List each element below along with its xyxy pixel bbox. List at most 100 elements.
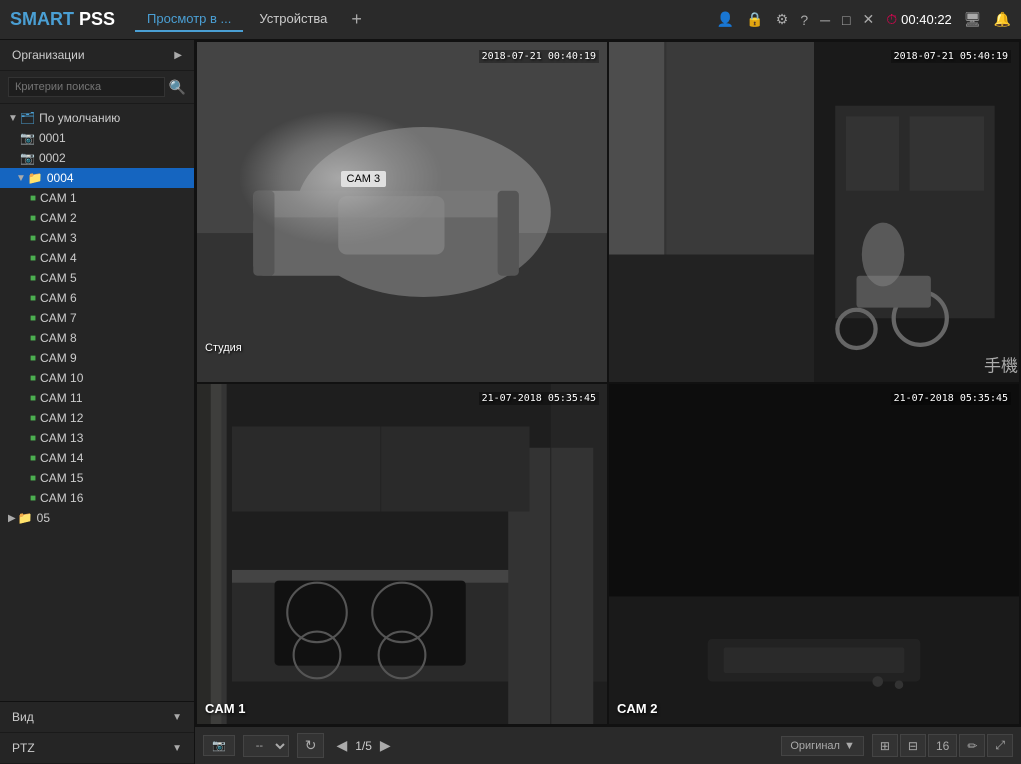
cam-icon-16: ■ [30, 493, 36, 504]
tree-item-cam11[interactable]: ■ CAM 11 [0, 388, 194, 408]
cam-icon-1: ■ [30, 193, 36, 204]
source-select[interactable]: -- [243, 735, 289, 757]
cam1-scene [197, 42, 607, 382]
layout-2x2-button[interactable]: ⊟ [900, 734, 926, 757]
layout-buttons: ⊞ ⊟ 16 ✏ ⤢ [872, 734, 1013, 757]
tree-item-cam16[interactable]: ■ CAM 16 [0, 488, 194, 508]
cam-timestamp-top-left: 2018-07-21 00:40:19 [479, 50, 599, 63]
tree-item-cam3[interactable]: ■ CAM 3 [0, 228, 194, 248]
sidebar-tree: ▼ 🗂 По умолчанию 📷 0001 📷 0002 ▼ 📁 0004 [0, 104, 194, 701]
device-icon-0004: 📁 [28, 171, 43, 185]
tab-devices[interactable]: Устройства [247, 7, 339, 32]
cam3-scene [197, 384, 607, 724]
cam-icon-5: ■ [30, 273, 36, 284]
gear-icon[interactable]: ⚙ [776, 11, 789, 28]
tree-label-default: По умолчанию [39, 111, 120, 125]
search-icon[interactable]: 🔍 [169, 79, 186, 96]
cam-icon-14: ■ [30, 453, 36, 464]
tree-item-cam13[interactable]: ■ CAM 13 [0, 428, 194, 448]
tree-item-cam9[interactable]: ■ CAM 9 [0, 348, 194, 368]
tree-item-cam10[interactable]: ■ CAM 10 [0, 368, 194, 388]
sidebar-bottom: Вид ▼ PTZ ▼ [0, 701, 194, 764]
maximize-icon[interactable]: □ [842, 12, 850, 28]
ptz-label: PTZ [12, 741, 35, 755]
camera-cell-bottom-left[interactable]: 21-07-2018 05:35:45 CAM 1 [197, 384, 607, 724]
cam-icon-11: ■ [30, 393, 36, 404]
tree-label-cam2: CAM 2 [40, 211, 77, 225]
tree-label-cam6: CAM 6 [40, 291, 77, 305]
tree-item-cam15[interactable]: ■ CAM 15 [0, 468, 194, 488]
tree-label-cam12: CAM 12 [40, 411, 83, 425]
add-tab-button[interactable]: + [343, 9, 370, 30]
nav-next-button[interactable]: ▶ [376, 735, 395, 756]
cam-icon-7: ■ [30, 313, 36, 324]
camera-cell-bottom-right[interactable]: 21-07-2018 05:35:45 CAM 2 [609, 384, 1019, 724]
tree-label-cam3: CAM 3 [40, 231, 77, 245]
device-icon-0001: 📷 [20, 131, 35, 145]
sidebar-ptz-item[interactable]: PTZ ▼ [0, 733, 194, 764]
cam-icon-3: ■ [30, 233, 36, 244]
camera-grid: 2018-07-21 00:40:19 Студия CAM 3 [195, 40, 1021, 726]
tree-label-cam16: CAM 16 [40, 491, 83, 505]
cam-icon-6: ■ [30, 293, 36, 304]
cam-icon-8: ■ [30, 333, 36, 344]
tree-label-cam1: CAM 1 [40, 191, 77, 205]
search-input[interactable] [8, 77, 165, 97]
tree-item-cam12[interactable]: ■ CAM 12 [0, 408, 194, 428]
cam-icon-12: ■ [30, 413, 36, 424]
sidebar-view-item[interactable]: Вид ▼ [0, 702, 194, 733]
tree-item-cam7[interactable]: ■ CAM 7 [0, 308, 194, 328]
nav-prev-button[interactable]: ◀ [332, 735, 351, 756]
tree-item-cam4[interactable]: ■ CAM 4 [0, 248, 194, 268]
main-layout: Организации ▶ 🔍 ▼ 🗂 По умолчанию 📷 0001 … [0, 40, 1021, 764]
close-icon[interactable]: ✕ [863, 11, 875, 28]
cam-icon-9: ■ [30, 353, 36, 364]
svg-text:手機: 手機 [984, 356, 1018, 375]
tree-label-cam14: CAM 14 [40, 451, 83, 465]
cam4-scene [609, 384, 1019, 724]
tree-item-0001[interactable]: 📷 0001 [0, 128, 194, 148]
folder-icon-05: 📁 [18, 511, 33, 525]
minimize-icon[interactable]: ─ [820, 12, 830, 28]
tree-item-cam6[interactable]: ■ CAM 6 [0, 288, 194, 308]
tree-item-cam14[interactable]: ■ CAM 14 [0, 448, 194, 468]
expand-05-icon: ▶ [8, 513, 16, 524]
cam-label-bottom-right: CAM 2 [617, 701, 657, 716]
quality-select[interactable]: Оригинал ▼ [781, 736, 863, 756]
snapshot-icon: 📷 [212, 739, 226, 752]
cam-timestamp-bottom-left: 21-07-2018 05:35:45 [479, 392, 599, 405]
tree-label-cam11: CAM 11 [40, 391, 82, 405]
tree-label-cam13: CAM 13 [40, 431, 83, 445]
tree-item-cam8[interactable]: ■ CAM 8 [0, 328, 194, 348]
tree-item-05[interactable]: ▶ 📁 05 [0, 508, 194, 528]
tree-label-cam9: CAM 9 [40, 351, 77, 365]
tab-review[interactable]: Просмотр в ... [135, 7, 243, 32]
camera-monitor-icon[interactable]: 🖥 [964, 11, 982, 28]
refresh-button[interactable]: ↻ [297, 733, 325, 758]
camera-cell-top-right[interactable]: 手機 2018-07-21 05:40:19 [609, 42, 1019, 382]
folder-icon: 🗂 [20, 111, 35, 125]
layout-16-button[interactable]: 16 [928, 734, 957, 757]
tree-item-cam1[interactable]: ■ CAM 1 [0, 188, 194, 208]
tree-item-0004[interactable]: ▼ 📁 0004 [0, 168, 194, 188]
user-icon[interactable]: 👤 [717, 11, 734, 28]
quality-label: Оригинал [790, 740, 840, 752]
tree-label-0002: 0002 [39, 151, 66, 165]
fullscreen-button[interactable]: ⤢ [987, 734, 1013, 757]
app-name-part2: PSS [79, 9, 115, 29]
layout-1x1-button[interactable]: ⊞ [872, 734, 898, 757]
edit-layout-button[interactable]: ✏ [959, 734, 985, 757]
camera-cell-top-left[interactable]: 2018-07-21 00:40:19 Студия CAM 3 [197, 42, 607, 382]
tree-item-cam5[interactable]: ■ CAM 5 [0, 268, 194, 288]
tree-item-0002[interactable]: 📷 0002 [0, 148, 194, 168]
bell-icon[interactable]: 🔔 [994, 11, 1011, 28]
help-icon[interactable]: ? [800, 12, 808, 28]
snapshot-button[interactable]: 📷 [203, 735, 235, 756]
lock-icon[interactable]: 🔒 [746, 11, 763, 28]
tree-item-cam2[interactable]: ■ CAM 2 [0, 208, 194, 228]
view-dropdown-icon: ▼ [172, 712, 182, 723]
tree-label-cam5: CAM 5 [40, 271, 77, 285]
tree-item-default[interactable]: ▼ 🗂 По умолчанию [0, 108, 194, 128]
sidebar-arrow-icon[interactable]: ▶ [174, 50, 182, 61]
cam-icon-4: ■ [30, 253, 36, 264]
